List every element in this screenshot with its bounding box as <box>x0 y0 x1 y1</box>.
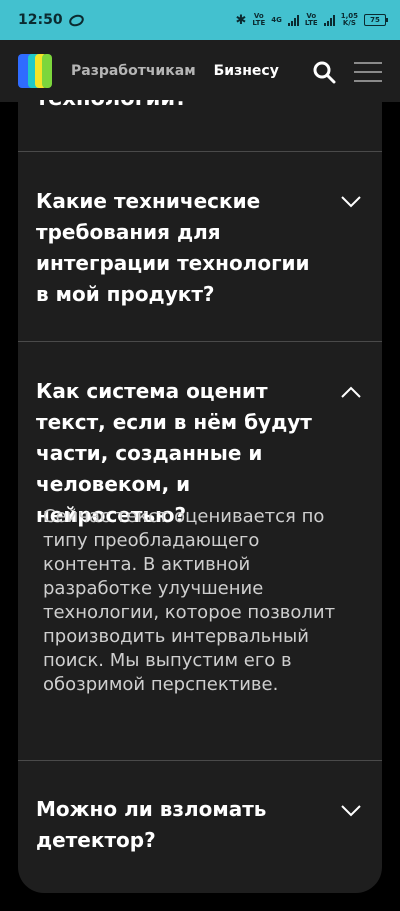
menu-icon[interactable] <box>353 58 383 86</box>
speed-unit: K/S <box>342 19 356 27</box>
faq-question-partial: технологии? <box>36 100 187 110</box>
faq-question[interactable]: Какие технические требования для интегра… <box>36 186 326 310</box>
nav-business-link[interactable]: Бизнесу <box>213 40 288 102</box>
faq-card: технологии? Какие технические требования… <box>18 100 382 893</box>
faq-divider <box>18 341 382 342</box>
battery-icon: 75 <box>364 14 388 26</box>
logo[interactable] <box>18 54 52 88</box>
faq-divider <box>18 151 382 152</box>
status-time: 12:50 <box>18 12 63 28</box>
chevron-up-icon[interactable] <box>340 385 362 399</box>
faq-question[interactable]: Можно ли взломать детектор? <box>36 794 326 856</box>
chevron-down-icon[interactable] <box>340 195 362 209</box>
notification-icon <box>67 12 86 28</box>
faq-answer: Сейчас текст оценивается по типу преобла… <box>43 506 336 695</box>
network-4g: 4G <box>271 15 282 24</box>
nav-developers-link[interactable]: Разработчикам <box>71 63 196 79</box>
status-indicators: ✱ Vo LTE 4G Vo LTE 1,05 K/S 75 <box>235 12 388 28</box>
status-bar: 12:50 ✱ Vo LTE 4G Vo LTE 1,05 K/S 75 <box>0 0 400 40</box>
faq-divider <box>18 760 382 761</box>
network-speed: 1,05 K/S <box>341 13 358 27</box>
volte-indicator-1: Vo LTE <box>252 13 265 27</box>
network-type: 4G <box>271 15 282 24</box>
signal-icon-2 <box>323 14 335 26</box>
volte-bottom: LTE <box>252 19 266 27</box>
signal-icon <box>287 14 299 26</box>
volte-bottom-2: LTE <box>304 19 318 27</box>
chevron-down-icon[interactable] <box>340 804 362 818</box>
search-icon[interactable] <box>312 60 336 84</box>
site-header: Разработчикам Бизнесу <box>0 40 400 102</box>
bluetooth-icon: ✱ <box>235 12 247 28</box>
volte-indicator-2: Vo LTE <box>305 13 318 27</box>
battery-level: 75 <box>370 15 380 24</box>
